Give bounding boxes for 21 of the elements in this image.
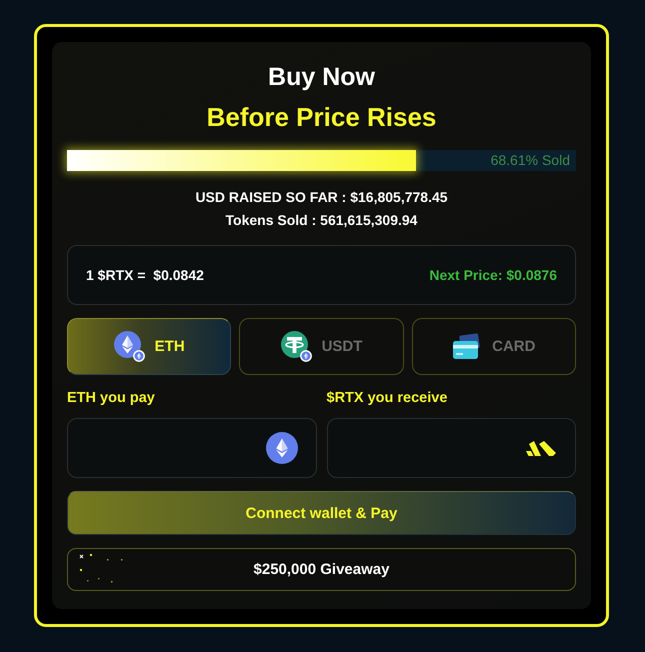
field-label: $RTX you receive [326,389,448,408]
credit-cards-icon [452,332,482,360]
ethereum-coin-icon [266,432,298,464]
giveaway-button[interactable]: $250,000 Giveaway [67,548,576,591]
amount-input-field[interactable] [326,418,576,478]
stat-text: Tokens Sold : 561,615,309.94 [226,211,418,230]
ethereum-coin-icon [114,331,145,362]
tether-coin-icon [280,331,312,362]
stat-text: USD RAISED SO FAR : $16,805,778.45 [195,188,448,207]
field-label: ETH you pay [67,389,155,408]
payment-tab[interactable]: ETH [67,318,232,375]
token-logo-icon [525,440,557,456]
subtitle: Before Price Rises [206,102,436,132]
next-price: Next Price: $0.0876 [429,267,557,283]
payment-tab[interactable]: USDT [239,318,404,375]
title: Buy Now [268,62,375,92]
connect-wallet-button[interactable]: Connect wallet & Pay [67,491,576,535]
payment-tab[interactable]: CARD [412,318,576,375]
amount-input-field[interactable] [67,418,316,478]
progress-label: 68.61% Sold [490,151,571,170]
current-price: 1 $RTX = $0.0842 [86,267,204,283]
